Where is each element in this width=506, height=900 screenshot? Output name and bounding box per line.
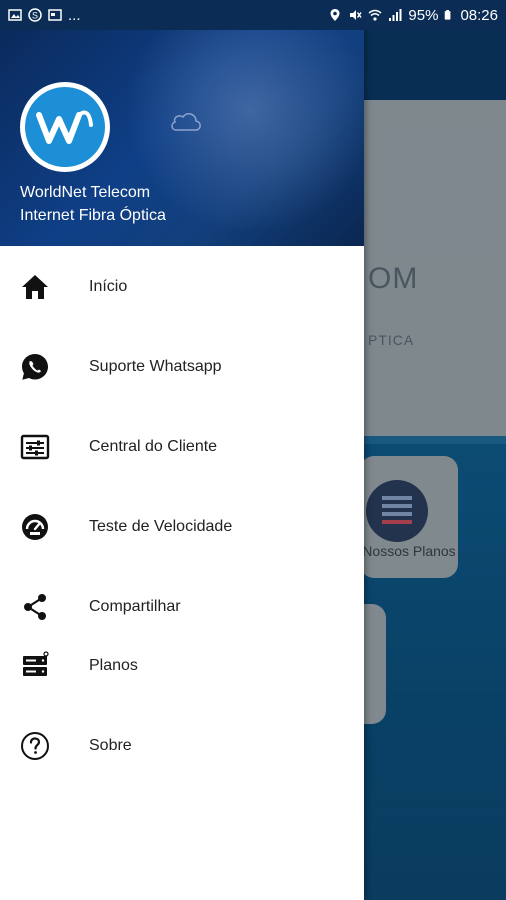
- menu-item-inicio[interactable]: Início: [0, 259, 364, 315]
- logo-w-icon: [36, 110, 93, 144]
- company-logo: [20, 82, 110, 172]
- svg-text:S: S: [32, 11, 38, 21]
- menu-item-label: Central do Cliente: [89, 438, 218, 455]
- menu-item-label: Suporte Whatsapp: [89, 358, 222, 375]
- clock: 08:26: [460, 6, 498, 24]
- drawer-subtitle: Internet Fibra Óptica: [20, 207, 166, 224]
- whatsapp-icon: [19, 351, 51, 383]
- menu-item-label: Início: [89, 278, 128, 295]
- drawer-header: WorldNet Telecom Internet Fibra Óptica: [0, 30, 364, 246]
- menu-item-suporte-whatsapp[interactable]: Suporte Whatsapp: [0, 339, 364, 395]
- menu-item-label: Compartilhar: [89, 598, 181, 615]
- skype-icon: S: [28, 8, 42, 22]
- sliders-icon: [19, 431, 51, 463]
- speedtest-icon: [19, 511, 51, 543]
- image-icon: [8, 9, 22, 21]
- status-bar: S ... 95% 08:26: [0, 0, 506, 30]
- battery-icon: [445, 10, 451, 20]
- menu-item-label: Sobre: [89, 737, 132, 754]
- location-icon: [330, 9, 340, 21]
- menu-item-compartilhar[interactable]: Compartilhar: [0, 579, 364, 635]
- more-notifications: ...: [68, 6, 81, 24]
- menu-item-planos[interactable]: Planos: [0, 638, 364, 694]
- share-icon: [19, 591, 51, 623]
- wifi-icon: [368, 9, 382, 21]
- calendar-icon: [48, 9, 62, 21]
- menu-item-teste-de-velocidade[interactable]: Teste de Velocidade: [0, 499, 364, 555]
- header-background-photo: [120, 30, 364, 230]
- drawer-title: WorldNet Telecom: [20, 184, 151, 201]
- signal-icon: [389, 9, 402, 21]
- server-icon: [19, 650, 51, 682]
- cloud-icon: [171, 113, 201, 131]
- home-icon: [19, 271, 51, 303]
- menu-item-label: Teste de Velocidade: [89, 518, 233, 535]
- menu-item-central-do-cliente[interactable]: Central do Cliente: [0, 419, 364, 475]
- mute-icon: [350, 10, 363, 20]
- menu-item-label: Planos: [89, 657, 138, 674]
- battery-percent: 95%: [408, 6, 439, 24]
- menu-item-sobre[interactable]: Sobre: [0, 718, 364, 774]
- navigation-drawer: WorldNet Telecom Internet Fibra Óptica I…: [0, 30, 364, 900]
- help-icon: [19, 730, 51, 762]
